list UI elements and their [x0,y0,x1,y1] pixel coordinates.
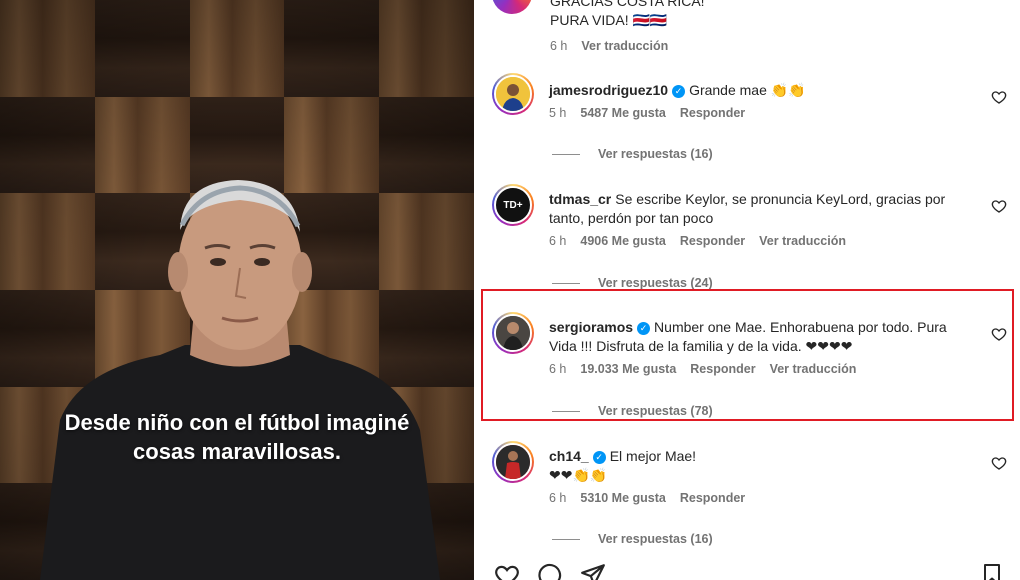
caption-text-line-1: GRACIAS COSTA RICA! [550,0,705,9]
caption-comment: GRACIAS COSTA RICA! PURA VIDA! 🇨🇷🇨🇷 6 h … [550,0,705,53]
view-replies-button[interactable]: Ver respuestas (16) [552,147,713,161]
verified-icon: ✓ [637,322,651,335]
heart-icon[interactable] [494,562,520,580]
comment-time: 6 h [549,362,567,376]
view-replies-label[interactable]: Ver respuestas (78) [598,404,713,418]
comment-time: 6 h [549,491,567,505]
translate-link[interactable]: Ver traducción [770,362,857,376]
verified-icon: ✓ [592,451,606,464]
avatar[interactable] [492,73,534,115]
view-replies-label[interactable]: Ver respuestas (16) [598,147,713,161]
verified-icon: ✓ [672,85,686,98]
bookmark-icon[interactable] [980,562,1004,580]
heart-icon[interactable] [991,198,1007,214]
avatar-photo-icon [496,77,530,111]
view-replies-label[interactable]: Ver respuestas (16) [598,532,713,546]
comment-username[interactable]: ch14_ [549,448,589,464]
heart-icon[interactable] [991,326,1007,342]
comment-username[interactable]: sergioramos [549,319,633,335]
action-bar [474,556,1020,580]
caption-line-1: Desde niño con el fútbol imaginé [64,410,410,435]
person-figure [40,180,440,580]
avatar[interactable] [492,0,532,14]
caption-text-line-2: PURA VIDA! 🇨🇷🇨🇷 [550,12,668,28]
avatar-logo: TD+ [494,186,532,224]
video-player[interactable]: Desde niño con el fútbol imaginé cosas m… [0,0,474,580]
avatar-photo-icon [496,445,530,479]
view-replies-button[interactable]: Ver respuestas (78) [552,404,713,418]
avatar[interactable] [492,441,534,483]
video-caption: Desde niño con el fútbol imaginé cosas m… [0,408,474,466]
comments-panel: GRACIAS COSTA RICA! PURA VIDA! 🇨🇷🇨🇷 6 h … [474,0,1020,580]
share-icon[interactable] [580,562,606,580]
comment-icon[interactable] [536,562,562,580]
reply-button[interactable]: Responder [690,362,755,376]
avatar-photo-icon [496,316,530,350]
view-replies-button[interactable]: Ver respuestas (16) [552,532,713,546]
likes-count[interactable]: 5310 Me gusta [580,491,665,505]
avatar[interactable]: TD+ [492,184,534,226]
comment-username[interactable]: jamesrodriguez10 [549,82,668,98]
reply-button[interactable]: Responder [680,234,745,248]
reply-button[interactable]: Responder [680,491,745,505]
comment-text: El mejor Mae! [609,448,697,464]
heart-icon[interactable] [991,455,1007,471]
likes-count[interactable]: 4906 Me gusta [580,234,665,248]
view-replies-button[interactable]: Ver respuestas (24) [552,276,713,290]
likes-count[interactable]: 19.033 Me gusta [580,362,676,376]
translate-link[interactable]: Ver traducción [759,234,846,248]
comment-time: 5 h [549,106,567,120]
view-replies-label[interactable]: Ver respuestas (24) [598,276,713,290]
translate-link[interactable]: Ver traducción [581,39,668,53]
comment-time: 6 h [550,39,568,53]
heart-icon[interactable] [991,89,1007,105]
comment-time: 6 h [549,234,567,248]
likes-count[interactable]: 5487 Me gusta [580,106,665,120]
comment-text-line-2: ❤❤👏👏 [549,467,608,483]
avatar[interactable] [492,312,534,354]
caption-line-2: cosas maravillosas. [133,439,341,464]
comment-username[interactable]: tdmas_cr [549,191,611,207]
reply-button[interactable]: Responder [680,106,745,120]
comment-text: Grande mae 👏👏 [689,82,806,98]
